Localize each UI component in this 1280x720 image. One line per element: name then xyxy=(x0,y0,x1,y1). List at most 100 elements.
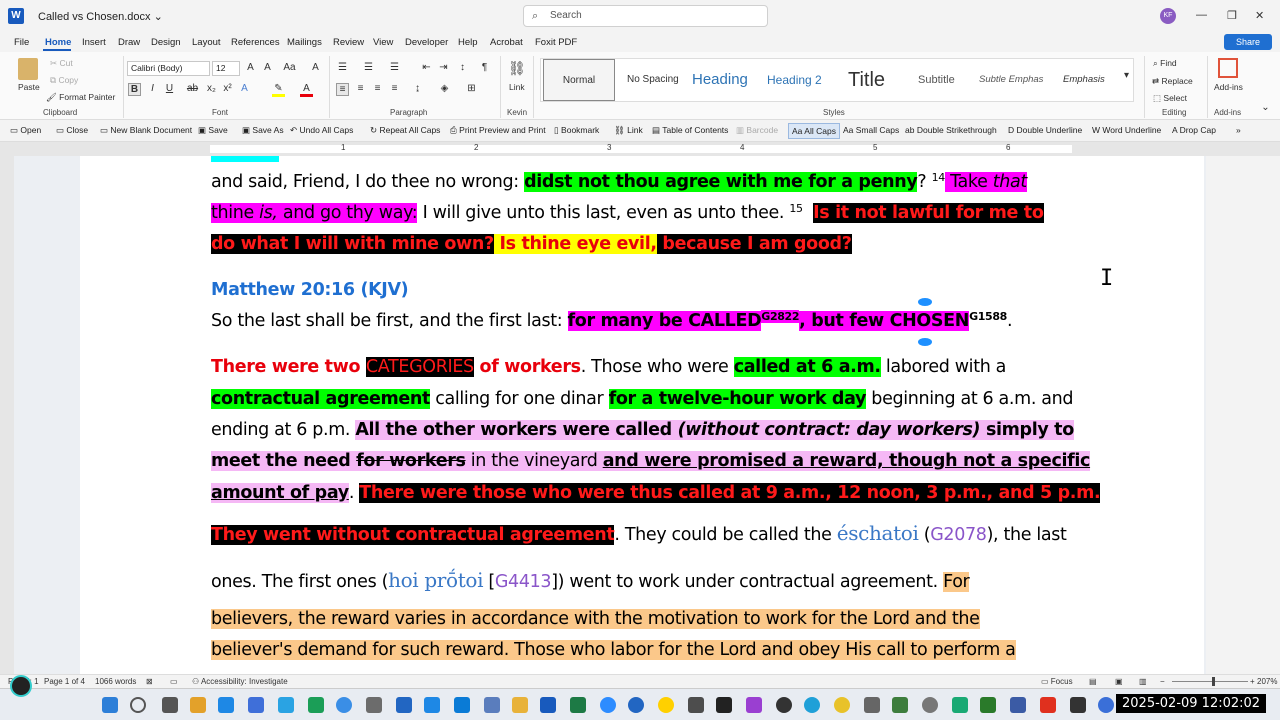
font-color-icon[interactable]: A xyxy=(300,83,313,97)
qa-double-strikethrough[interactable]: ab Double Strikethrough xyxy=(905,125,997,135)
qa-overflow-icon[interactable]: » xyxy=(1236,125,1241,135)
document-canvas[interactable]: and said, Friend, I do thee no wrong: di… xyxy=(14,156,1206,674)
line-spacing-icon[interactable]: ↨ xyxy=(411,83,424,94)
tab-insert[interactable]: Insert xyxy=(82,37,106,48)
qa-drop-cap[interactable]: A Drop Cap xyxy=(1172,125,1216,135)
increase-indent-icon[interactable]: ⇥ xyxy=(437,62,450,73)
microphone-icon[interactable] xyxy=(922,697,938,713)
start-icon[interactable] xyxy=(102,697,118,713)
qa-undo-all-caps[interactable]: ↶ Undo All Caps xyxy=(290,125,353,136)
web-layout-icon[interactable]: ▥ xyxy=(1139,677,1147,686)
bullets-icon[interactable]: ☰ xyxy=(336,62,349,73)
app-icon[interactable] xyxy=(1070,697,1086,713)
style-heading[interactable]: Heading xyxy=(692,59,748,101)
style-subtle-emphasis[interactable]: Subtle Emphas xyxy=(979,59,1043,101)
paste-button[interactable]: Paste xyxy=(18,82,40,92)
document-page[interactable]: and said, Friend, I do thee no wrong: di… xyxy=(80,156,1204,674)
sort-icon[interactable]: ↕ xyxy=(456,62,469,73)
numbering-icon[interactable]: ☰ xyxy=(362,62,375,73)
replace-button[interactable]: ⇄ Replace xyxy=(1152,76,1193,87)
multilevel-list-icon[interactable]: ☰ xyxy=(388,62,401,73)
file-explorer-icon[interactable] xyxy=(512,697,528,713)
qa-print-preview[interactable]: ⎙ Print Preview and Print xyxy=(450,125,546,136)
accessibility-status[interactable]: ⚇ Accessibility: Investigate xyxy=(192,677,288,686)
print-layout-icon[interactable]: ▣ xyxy=(1115,677,1123,686)
app-icon[interactable] xyxy=(716,697,732,713)
zoom-app-icon[interactable] xyxy=(600,697,616,713)
style-subtitle[interactable]: Subtitle xyxy=(918,59,955,101)
app-icon[interactable] xyxy=(1098,697,1114,713)
close-icon[interactable]: ✕ xyxy=(1255,9,1264,22)
grow-font-icon[interactable]: A xyxy=(244,62,257,73)
tab-references[interactable]: References xyxy=(231,37,280,48)
borders-icon[interactable]: ⊞ xyxy=(465,83,478,94)
justify-icon[interactable]: ≡ xyxy=(388,83,401,94)
tab-file[interactable]: File xyxy=(14,37,29,48)
app-icon[interactable] xyxy=(308,697,324,713)
tab-draw[interactable]: Draw xyxy=(118,37,140,48)
show-formatting-icon[interactable]: ¶ xyxy=(478,62,491,73)
vertical-scrollbar[interactable] xyxy=(1206,156,1280,674)
app-icon[interactable] xyxy=(776,697,792,713)
tab-view[interactable]: View xyxy=(373,37,393,48)
qa-small-caps[interactable]: Aa Small Caps xyxy=(843,125,899,135)
qa-new-blank-document[interactable]: ▭ New Blank Document xyxy=(100,125,192,136)
select-button[interactable]: ⬚ Select xyxy=(1153,93,1187,104)
bold-icon[interactable]: B xyxy=(128,83,141,96)
decrease-indent-icon[interactable]: ⇤ xyxy=(420,62,433,73)
paste-icon[interactable] xyxy=(18,58,38,80)
app-icon[interactable] xyxy=(980,697,996,713)
app-icon[interactable] xyxy=(336,697,352,713)
subscript-icon[interactable]: x₂ xyxy=(205,83,218,94)
document-title[interactable]: Called vs Chosen.docx ⌄ xyxy=(38,10,163,23)
tab-help[interactable]: Help xyxy=(458,37,478,48)
style-no-spacing[interactable]: No Spacing xyxy=(627,59,679,101)
zoom-level[interactable]: 207% xyxy=(1257,677,1277,686)
shading-icon[interactable]: ◈ xyxy=(438,83,451,94)
change-case-icon[interactable]: Aa xyxy=(283,62,296,73)
selection-handle[interactable] xyxy=(918,298,932,306)
edge-icon[interactable] xyxy=(804,697,820,713)
qa-bookmark[interactable]: ▯ Bookmark xyxy=(554,125,599,136)
app-icon[interactable] xyxy=(628,697,644,713)
app-icon[interactable] xyxy=(892,697,908,713)
app-icon[interactable] xyxy=(952,697,968,713)
app-icon[interactable] xyxy=(658,697,674,713)
style-title[interactable]: Title xyxy=(848,59,885,101)
taskbar-clock[interactable]: 2025-02-09 12:02:02 xyxy=(1116,694,1267,713)
task-view-icon[interactable] xyxy=(162,697,178,713)
tab-acrobat[interactable]: Acrobat xyxy=(490,37,523,48)
link-button[interactable]: Link xyxy=(509,82,525,92)
italic-icon[interactable]: I xyxy=(146,83,159,94)
tab-review[interactable]: Review xyxy=(333,37,364,48)
restore-icon[interactable]: ❐ xyxy=(1227,9,1237,22)
vertical-ruler[interactable] xyxy=(0,156,14,674)
qa-all-caps[interactable]: Aa All Caps xyxy=(788,123,840,139)
app-icon[interactable] xyxy=(484,697,500,713)
app-icon[interactable] xyxy=(366,697,382,713)
app-icon[interactable] xyxy=(864,697,880,713)
font-name-select[interactable]: Calibri (Body) xyxy=(127,61,210,76)
zoom-slider[interactable] xyxy=(1172,681,1248,682)
app-icon[interactable] xyxy=(218,697,234,713)
app-icon[interactable] xyxy=(688,697,704,713)
tab-layout[interactable]: Layout xyxy=(192,37,221,48)
page-count[interactable]: Page 1 of 4 xyxy=(44,677,85,686)
strikethrough-icon[interactable]: ab xyxy=(186,83,199,94)
shrink-font-icon[interactable]: A xyxy=(261,62,274,73)
app-icon[interactable] xyxy=(248,697,264,713)
app-icon[interactable] xyxy=(746,697,762,713)
qa-close[interactable]: ▭ Close xyxy=(56,125,88,136)
search-input[interactable]: ⌕ Search xyxy=(523,5,768,27)
collapse-ribbon-icon[interactable]: ⌄ xyxy=(1259,102,1272,113)
brave-icon[interactable] xyxy=(1040,697,1056,713)
qa-save-as[interactable]: ▣ Save As xyxy=(242,125,284,136)
app-icon[interactable] xyxy=(278,697,294,713)
style-emphasis[interactable]: Emphasis xyxy=(1063,59,1105,101)
add-ins-button[interactable]: Add-ins xyxy=(1214,82,1243,92)
excel-taskbar-icon[interactable] xyxy=(570,697,586,713)
app-icon[interactable] xyxy=(1010,697,1026,713)
avatar[interactable]: KF xyxy=(1160,8,1176,24)
highlight-color-icon[interactable]: ✎ xyxy=(272,83,285,97)
format-painter-button[interactable]: 🖌 Format Painter xyxy=(46,92,115,103)
